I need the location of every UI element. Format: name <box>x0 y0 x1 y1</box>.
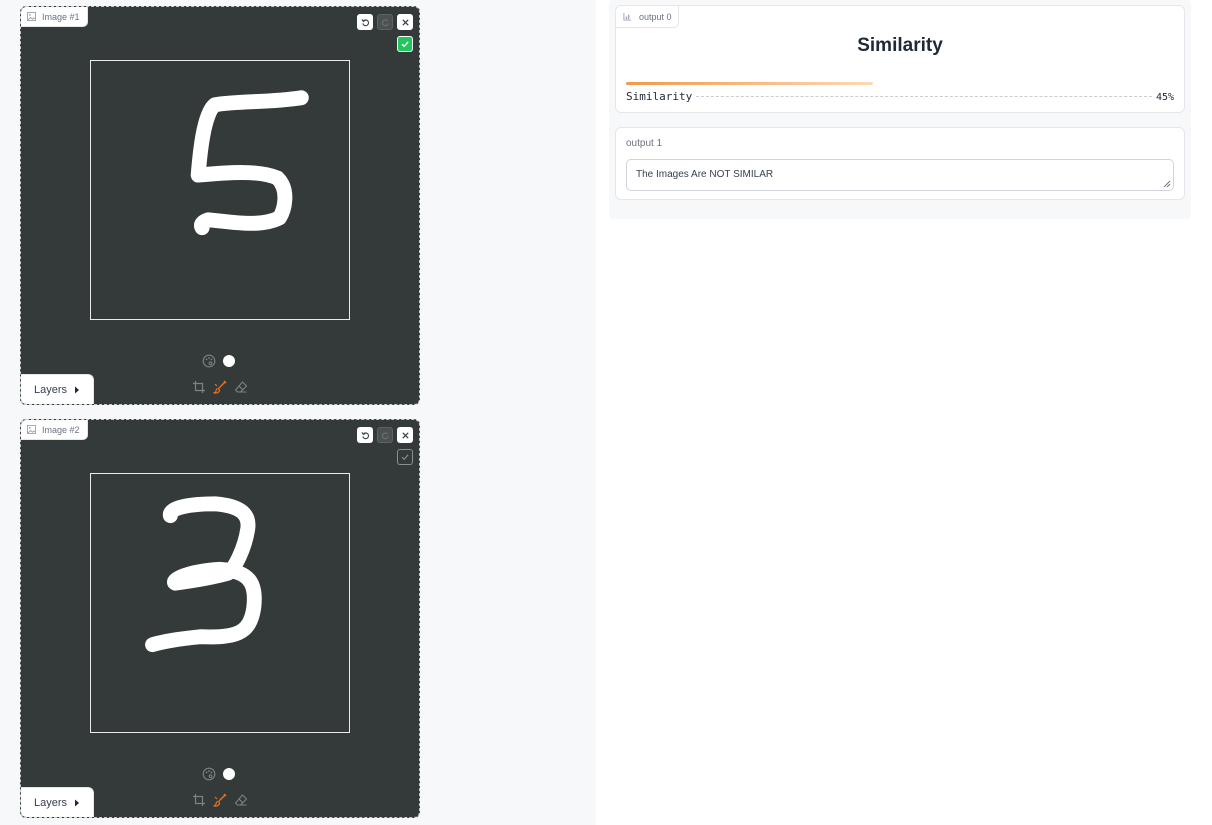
confirm-checkbox[interactable] <box>397 36 413 52</box>
confidence-label: Similarity <box>626 90 693 103</box>
output-1-label: output 1 <box>626 138 663 149</box>
output-1-text: The Images Are NOT SIMILAR <box>636 169 774 180</box>
brush-icon[interactable] <box>213 793 227 807</box>
palette-icon[interactable] <box>202 354 216 368</box>
crop-icon[interactable] <box>192 793 206 807</box>
confidence-bar-fill <box>626 82 873 85</box>
undo-button[interactable] <box>357 14 373 30</box>
image-icon <box>27 12 36 21</box>
crop-icon[interactable] <box>192 380 206 394</box>
digit-three-stroke <box>145 496 262 653</box>
image-label-text: Image #1 <box>42 11 80 22</box>
undo-icon <box>360 431 369 439</box>
output-column: output 0 Similarity Similarity 45% outpu… <box>609 0 1191 219</box>
color-swatch-white[interactable] <box>223 768 235 780</box>
resize-handle-icon[interactable] <box>1163 180 1171 188</box>
digit-five-stroke <box>190 90 309 236</box>
drawing-canvas[interactable] <box>90 473 350 733</box>
confidence-bar-track <box>626 82 1174 85</box>
image-label-2: Image #2 <box>21 420 88 440</box>
output-1-textbox[interactable]: The Images Are NOT SIMILAR <box>626 159 1174 191</box>
drawing-canvas[interactable] <box>90 60 350 320</box>
clear-button[interactable] <box>397 427 413 443</box>
check-icon <box>401 41 409 48</box>
close-icon <box>401 18 409 26</box>
image-editor-2[interactable]: Image #2 Layers <box>20 419 420 818</box>
output-0-badge-text: output 0 <box>639 11 672 22</box>
layers-label: Layers <box>34 796 68 809</box>
confidence-percent: 45% <box>1155 92 1174 103</box>
redo-icon <box>381 18 389 26</box>
undo-icon <box>360 18 369 26</box>
color-swatch-white[interactable] <box>223 355 235 367</box>
output-0-badge: output 0 <box>616 6 679 28</box>
similarity-title: Similarity <box>857 35 943 56</box>
image-icon <box>27 425 36 434</box>
layers-button[interactable]: Layers <box>21 787 94 817</box>
layers-label: Layers <box>34 383 68 396</box>
redo-icon <box>381 431 389 439</box>
caret-right-icon <box>75 799 80 806</box>
confidence-row: Similarity 45% <box>626 90 1174 103</box>
check-icon <box>401 454 409 461</box>
caret-right-icon <box>75 386 80 393</box>
redo-button[interactable] <box>377 14 393 30</box>
clear-button[interactable] <box>397 14 413 30</box>
undo-button[interactable] <box>357 427 373 443</box>
redo-button[interactable] <box>377 427 393 443</box>
output-1-card: output 1 The Images Are NOT SIMILAR <box>615 127 1185 200</box>
brush-icon[interactable] <box>213 380 227 394</box>
layers-button[interactable]: Layers <box>21 374 94 404</box>
close-icon <box>401 431 409 439</box>
palette-icon[interactable] <box>202 767 216 781</box>
output-0-card: output 0 Similarity Similarity 45% <box>615 5 1185 113</box>
image-label-text: Image #2 <box>42 424 80 435</box>
confirm-checkbox[interactable] <box>397 449 413 465</box>
dotted-leader <box>696 96 1152 97</box>
input-column: Image #1 Layers Image #2 Layers <box>0 0 596 825</box>
image-label-1: Image #1 <box>21 7 88 27</box>
eraser-icon[interactable] <box>234 380 248 394</box>
eraser-icon[interactable] <box>234 793 248 807</box>
image-editor-1[interactable]: Image #1 Layers <box>20 6 420 405</box>
label-chart-icon <box>623 12 632 21</box>
